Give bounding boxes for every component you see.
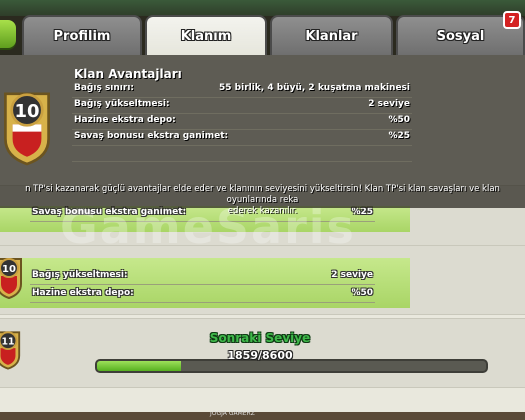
clan-xp-count: 1859/8600 xyxy=(227,349,293,362)
tooltip-divider xyxy=(72,145,412,162)
tab-my-clan[interactable]: Klanım xyxy=(145,15,267,55)
progress-fill xyxy=(97,361,182,371)
svg-text:11: 11 xyxy=(2,336,15,347)
tab-clans[interactable]: Klanlar xyxy=(270,15,393,55)
shield-icon: 10 xyxy=(0,258,22,300)
bottom-text: JOGJA GAMERZ xyxy=(210,410,255,417)
tooltip-description: n TP'si kazanarak güçlü avantajlar elde … xyxy=(25,184,500,216)
top-strip xyxy=(0,0,525,16)
tooltip-perk-line: Hazine ekstra depo: %50 xyxy=(72,113,412,130)
clan-level-shield-large: 10 xyxy=(0,88,54,172)
tooltip-perk-line: Bağış sınırı: 55 birlik, 4 büyü, 2 kuşatm… xyxy=(72,81,412,98)
shield-icon: 11 xyxy=(0,331,21,370)
svg-text:10: 10 xyxy=(2,264,16,275)
perk-row: 10 Bağış yükseltmesi: 2 seviye Hazine ek… xyxy=(0,245,525,315)
tooltip-perk-line: Savaş bonusu ekstra ganimet: %25 xyxy=(72,129,412,146)
clan-level-shield: 11 xyxy=(0,329,22,375)
clan-level-shield: 10 xyxy=(0,256,24,304)
shield-icon: 10 xyxy=(4,92,50,166)
tooltip-perk-line: Bağış yükseltmesi: 2 seviye xyxy=(72,97,412,114)
tab-profile[interactable]: Profilim xyxy=(22,15,142,55)
next-level-title: Sonraki Seviye xyxy=(209,331,311,345)
notification-badge: 7 xyxy=(503,11,521,29)
svg-text:10: 10 xyxy=(14,101,39,122)
perk-line: Bağış yükseltmesi: 2 seviye xyxy=(30,269,375,285)
perk-line: Hazine ekstra depo: %50 xyxy=(30,287,375,303)
bottom-strip xyxy=(0,412,525,420)
tooltip-title: Klan Avantajları xyxy=(74,67,182,81)
back-button[interactable] xyxy=(0,20,16,48)
